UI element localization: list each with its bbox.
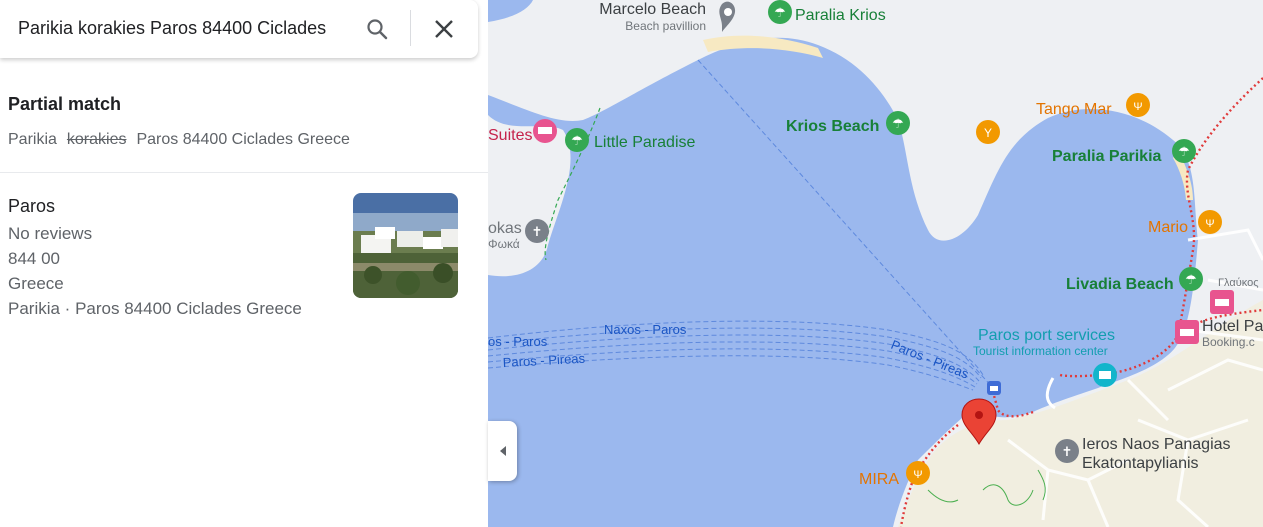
beach-pin-livadia[interactable]: ☂ (1179, 267, 1203, 291)
partial-match-text: Parikia korakies Paros 84400 Ciclades Gree… (8, 131, 350, 149)
beach-pin-paralia-parikia[interactable]: ☂ (1172, 139, 1196, 163)
unmatched-term: korakies (66, 131, 127, 148)
close-button[interactable] (427, 12, 461, 46)
label-tango-mar: Tango Mar (1036, 101, 1112, 118)
label-mario: Mario (1148, 219, 1188, 236)
collapse-panel-button[interactable] (488, 421, 517, 481)
search-box: Parikia korakies Paros 84400 Ciclades (0, 0, 478, 58)
search-input[interactable]: Parikia korakies Paros 84400 Ciclades (18, 18, 326, 39)
svg-text:✝: ✝ (532, 224, 543, 239)
svg-text:✝: ✝ (1062, 444, 1073, 459)
label-paralia-parikia: Paralia Parikia (1052, 148, 1162, 165)
label-ieros-naos-2: Ekatontapylianis (1082, 455, 1199, 472)
svg-text:Y: Y (984, 126, 992, 140)
matched-term: Paros 84400 Ciclades Greece (136, 131, 350, 148)
label-beach-pavillion: Beach pavillion (625, 19, 706, 33)
map-canvas[interactable]: ☂ ☂ ☂ ☂ ☂ Y Ψ Ψ Ψ ✝ ✝ Marcelo Beach Beac… (488, 0, 1263, 527)
label-krios-beach: Krios Beach (786, 118, 879, 135)
label-tourist-info: Tourist information center (973, 344, 1108, 358)
result-reviews: No reviews (8, 224, 93, 243)
label-glafkos: Γλαύκος (1218, 277, 1259, 289)
result-country: Greece (8, 274, 64, 293)
label-booking: Booking.c (1202, 335, 1255, 349)
beach-pin-krios[interactable]: ☂ (886, 111, 910, 135)
beach-pin-little-paradise[interactable]: ☂ (565, 128, 589, 152)
church-pin-okas[interactable]: ✝ (525, 219, 549, 243)
label-little-paradise: Little Paradise (594, 134, 695, 151)
label-marcelo-beach: Marcelo Beach (599, 1, 706, 18)
hotel-pin-1[interactable] (1210, 290, 1234, 314)
close-icon (435, 20, 453, 38)
svg-text:Ψ: Ψ (913, 469, 922, 481)
search-icon (367, 19, 388, 40)
restaurant-pin-tango-mar[interactable]: Ψ (1126, 93, 1150, 117)
svg-text:☂: ☂ (1178, 144, 1190, 159)
svg-text:Ψ: Ψ (1133, 101, 1142, 113)
label-okas: okas (488, 220, 522, 237)
hotel-pin-2[interactable] (1175, 320, 1199, 344)
bar-pin-tango[interactable]: Y (976, 120, 1000, 144)
svg-text:☂: ☂ (892, 116, 904, 131)
result-photo[interactable] (353, 193, 458, 298)
label-naxos-paros: Naxos - Paros (604, 322, 687, 337)
svg-text:☂: ☂ (571, 133, 583, 148)
divider (0, 172, 488, 173)
matched-term: Parikia (8, 131, 57, 148)
label-os-paros: os - Paros (488, 334, 548, 349)
beach-pin-paralia-krios[interactable]: ☂ (768, 0, 792, 24)
label-paralia-krios: Paralia Krios (795, 7, 886, 24)
result-address: Parikia · Paros 84400 Ciclades Greece (8, 299, 302, 318)
result-card-paros[interactable]: Paros No reviews 844 00 Greece Parikia ·… (0, 174, 488, 324)
label-suites: Suites (488, 127, 532, 144)
church-pin-ieros-naos[interactable]: ✝ (1055, 439, 1079, 463)
side-panel: Parikia korakies Paros 84400 Ciclades Pa… (0, 0, 488, 527)
camera-pin-tourist-info[interactable] (1093, 363, 1117, 387)
partial-match-title: Partial match (8, 94, 122, 114)
svg-text:Ψ: Ψ (1205, 218, 1214, 230)
search-divider (410, 10, 411, 46)
hotel-pin-suites[interactable] (533, 119, 557, 143)
restaurant-pin-mario[interactable]: Ψ (1198, 210, 1222, 234)
label-ieros-naos-1: Ieros Naos Panagias (1082, 436, 1231, 453)
svg-text:☂: ☂ (1185, 272, 1197, 287)
label-hotel-pa: Hotel Pa (1202, 318, 1263, 335)
svg-text:☂: ☂ (774, 5, 786, 20)
result-postcode: 844 00 (8, 249, 60, 268)
label-paros-port: Paros port services (978, 327, 1115, 344)
search-button[interactable] (360, 12, 394, 46)
caret-left-icon (499, 446, 506, 456)
ferry-terminal-icon[interactable] (987, 381, 1001, 395)
result-name: Paros (8, 196, 56, 216)
label-okas-gr: Φωκά (488, 237, 520, 251)
label-livadia-beach: Livadia Beach (1066, 276, 1174, 293)
restaurant-pin-mira[interactable]: Ψ (906, 461, 930, 485)
label-mira: MIRA (859, 471, 899, 488)
